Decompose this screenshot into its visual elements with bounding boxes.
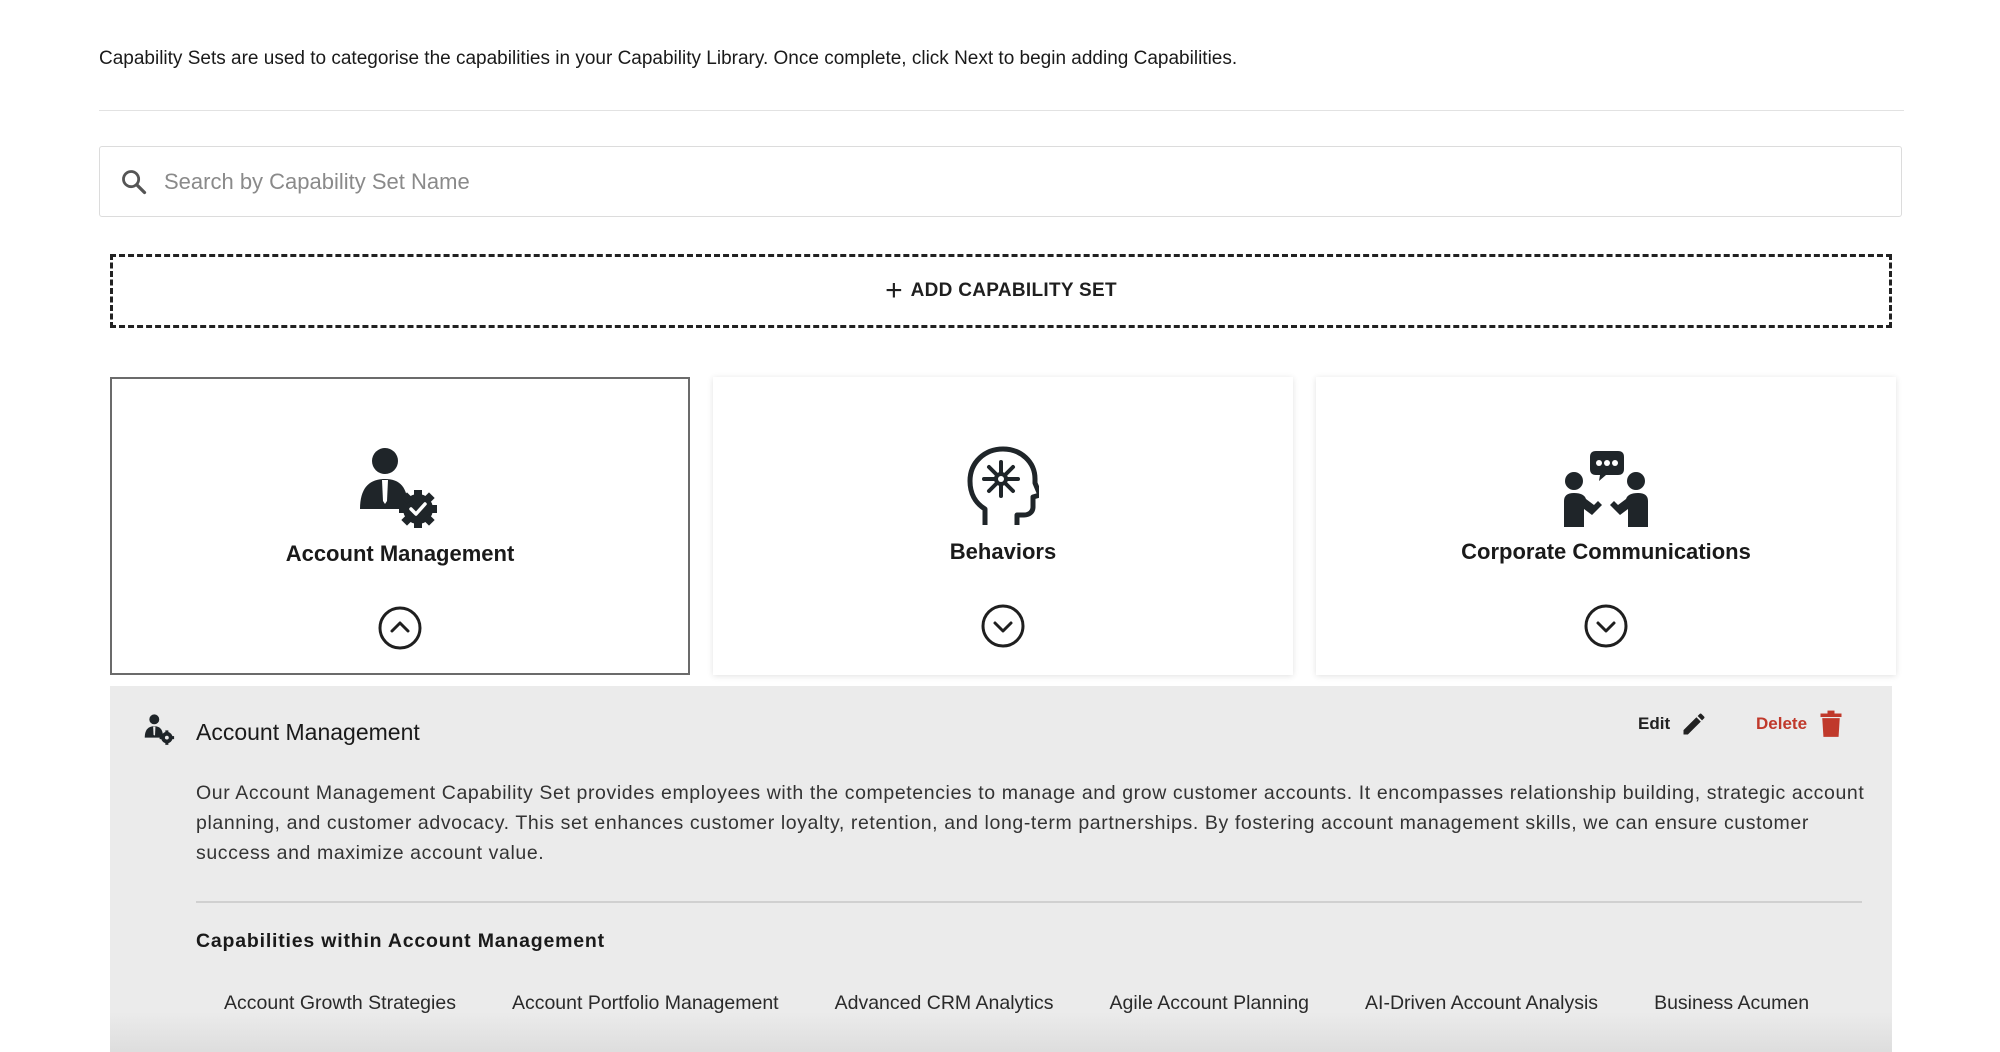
card-behaviors[interactable]: Behaviors xyxy=(713,377,1293,675)
card-corporate-communications[interactable]: Corporate Communications xyxy=(1316,377,1896,675)
card-title: Account Management xyxy=(285,541,515,566)
add-capability-set-label: ADD CAPABILITY SET xyxy=(910,280,1117,301)
edit-label: Edit xyxy=(1638,714,1671,733)
card-account-management[interactable]: Account Management xyxy=(110,377,690,675)
search-bar[interactable] xyxy=(99,146,1902,217)
chevron-down-circle-icon xyxy=(1584,604,1628,648)
chevron-down-circle-icon xyxy=(981,604,1025,648)
expand-toggle[interactable] xyxy=(1583,603,1629,654)
account-manager-gear-icon xyxy=(144,714,176,751)
delete-button[interactable]: Delete xyxy=(1756,710,1843,738)
delete-label: Delete xyxy=(1756,714,1808,733)
trash-icon xyxy=(1820,710,1842,737)
people-conversation-icon xyxy=(1564,451,1648,527)
divider xyxy=(196,901,1862,903)
head-brain-icon xyxy=(967,446,1039,525)
plus-icon: + xyxy=(885,274,903,307)
scroll-fade xyxy=(110,1012,1892,1052)
search-icon xyxy=(122,169,147,194)
card-title: Behaviors xyxy=(949,539,1057,564)
add-capability-set-button[interactable]: + ADD CAPABILITY SET xyxy=(110,254,1892,328)
detail-description: Our Account Management Capability Set pr… xyxy=(196,782,1865,864)
intro-text: Capability Sets are used to categorise t… xyxy=(99,48,1238,69)
expand-toggle[interactable] xyxy=(980,603,1026,654)
account-manager-gear-icon xyxy=(360,448,437,528)
capabilities-heading: Capabilities within Account Management xyxy=(196,930,605,952)
search-input[interactable] xyxy=(162,167,1766,196)
detail-title: Account Management xyxy=(196,719,420,745)
chevron-up-circle-icon xyxy=(378,606,422,650)
divider xyxy=(99,110,1904,111)
collapse-toggle[interactable] xyxy=(377,605,423,656)
edit-button[interactable]: Edit xyxy=(1638,710,1708,738)
capability-set-detail-panel: Account Management Edit Delete Our Accou… xyxy=(110,686,1892,1052)
pencil-icon xyxy=(1683,713,1705,735)
card-title: Corporate Communications xyxy=(1461,539,1751,564)
